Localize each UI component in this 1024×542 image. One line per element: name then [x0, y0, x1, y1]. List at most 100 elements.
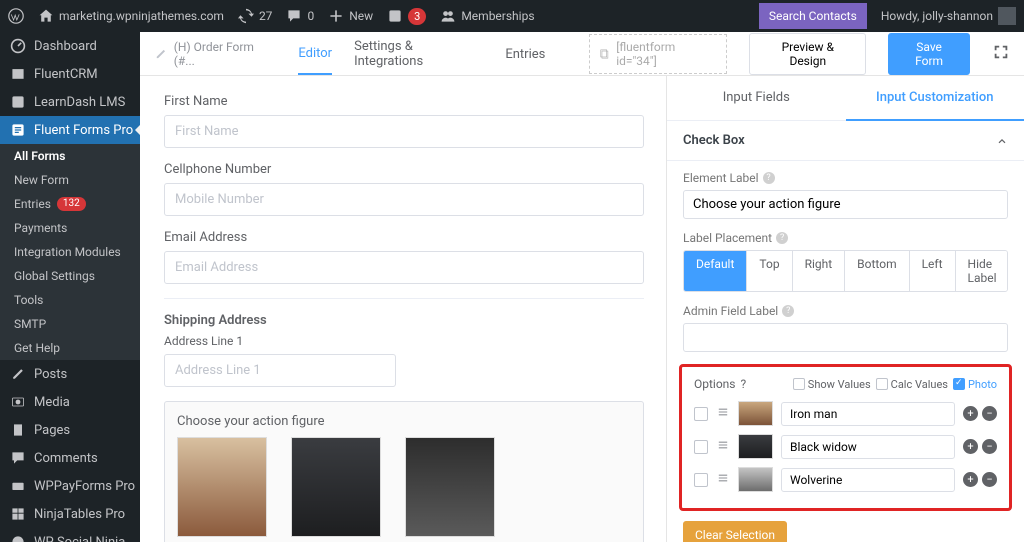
show-values-toggle[interactable]: Show Values: [793, 378, 871, 391]
option-checkbox[interactable]: [694, 473, 708, 487]
menu-posts[interactable]: Posts: [0, 360, 140, 388]
menu-wppayforms[interactable]: WPPayForms Pro: [0, 472, 140, 500]
tab-settings[interactable]: Settings & Integrations: [354, 39, 483, 81]
tab-input-fields[interactable]: Input Fields: [667, 76, 846, 120]
remove-option-button[interactable]: −: [982, 406, 997, 421]
photo-toggle[interactable]: Photo: [953, 378, 997, 391]
placement-default[interactable]: Default: [684, 251, 747, 291]
menu-fluentcrm[interactable]: FluentCRM: [0, 60, 140, 88]
add-option-button[interactable]: +: [963, 472, 978, 487]
panel-tabs: Input Fields Input Customization: [667, 76, 1024, 121]
sub-payments[interactable]: Payments: [0, 216, 140, 240]
figure-option[interactable]: Black widow: [291, 437, 381, 542]
add-option-button[interactable]: +: [963, 406, 978, 421]
sub-entries[interactable]: Entries132: [0, 192, 140, 216]
menu-pages[interactable]: Pages: [0, 416, 140, 444]
sub-help[interactable]: Get Help: [0, 336, 140, 360]
sub-all-forms[interactable]: All Forms: [0, 144, 140, 168]
action-figure-checkbox-field[interactable]: Choose your action figure Iron man Black…: [164, 401, 644, 542]
figure-option[interactable]: Iron man: [177, 437, 267, 542]
shortcode-box[interactable]: [fluentform id="34"]: [589, 34, 727, 74]
howdy-user[interactable]: Howdy, jolly-shannon: [881, 7, 1016, 25]
search-contacts-button[interactable]: Search Contacts: [759, 3, 867, 29]
help-icon[interactable]: ?: [776, 232, 788, 244]
drag-handle-icon[interactable]: [716, 471, 730, 489]
option-checkbox[interactable]: [694, 440, 708, 454]
help-icon[interactable]: ?: [763, 172, 775, 184]
label-placement-heading: Label Placement?: [683, 231, 1008, 245]
option-row: +−: [694, 467, 997, 492]
wp-logo[interactable]: [8, 8, 24, 24]
placement-top[interactable]: Top: [747, 251, 792, 291]
menu-learndash[interactable]: LearnDash LMS: [0, 88, 140, 116]
sub-integration[interactable]: Integration Modules: [0, 240, 140, 264]
fullscreen-icon[interactable]: [992, 43, 1010, 65]
form-title[interactable]: (H) Order Form (#...: [154, 40, 276, 68]
option-label-input[interactable]: [781, 435, 955, 459]
option-label-input[interactable]: [781, 468, 955, 492]
new-content[interactable]: New: [328, 8, 373, 24]
placement-bottom[interactable]: Bottom: [845, 251, 909, 291]
admin-label-input[interactable]: [683, 323, 1008, 352]
right-panel: Input Fields Input Customization Check B…: [666, 76, 1024, 542]
help-icon[interactable]: ?: [741, 377, 747, 391]
memberships-link[interactable]: Memberships: [440, 8, 534, 24]
element-label-input[interactable]: [683, 190, 1008, 219]
calc-values-toggle[interactable]: Calc Values: [876, 378, 948, 391]
figure-image-ironman: [177, 437, 267, 537]
option-row: +−: [694, 401, 997, 426]
option-thumb[interactable]: [738, 401, 773, 426]
email-field[interactable]: Email Address: [164, 230, 642, 284]
comments-count[interactable]: 0: [286, 8, 314, 24]
menu-ninjatables[interactable]: NinjaTables Pro: [0, 500, 140, 528]
figure-option[interactable]: Wolverine: [405, 437, 495, 542]
tab-input-customization[interactable]: Input Customization: [846, 76, 1024, 121]
tab-entries[interactable]: Entries: [505, 47, 545, 74]
option-checkbox[interactable]: [694, 407, 708, 421]
preview-button[interactable]: Preview & Design: [749, 33, 866, 75]
menu-wpsocialninja[interactable]: WP Social Ninja: [0, 528, 140, 542]
addr1-label: Address Line 1: [164, 334, 642, 348]
drag-handle-icon[interactable]: [716, 405, 730, 423]
copy-icon: [599, 48, 611, 60]
option-label-input[interactable]: [781, 402, 955, 426]
save-button[interactable]: Save Form: [888, 33, 970, 75]
remove-option-button[interactable]: −: [982, 439, 997, 454]
option-row: +−: [694, 434, 997, 459]
placement-hide[interactable]: Hide Label: [956, 251, 1008, 291]
menu-comments[interactable]: Comments: [0, 444, 140, 472]
option-thumb[interactable]: [738, 434, 773, 459]
notifications[interactable]: 3: [387, 8, 426, 25]
email-input[interactable]: [164, 251, 644, 284]
figure-image-wolverine: [405, 437, 495, 537]
shipping-field[interactable]: Shipping Address Address Line 1: [164, 313, 642, 387]
sub-new-form[interactable]: New Form: [0, 168, 140, 192]
cellphone-field[interactable]: Cellphone Number: [164, 162, 642, 216]
first-name-label: First Name: [164, 94, 642, 109]
sub-smtp[interactable]: SMTP: [0, 312, 140, 336]
cellphone-input[interactable]: [164, 183, 644, 216]
sub-global[interactable]: Global Settings: [0, 264, 140, 288]
admin-bar: marketing.wpninjathemes.com 27 0 New 3 M…: [0, 0, 1024, 32]
addr1-input[interactable]: [164, 354, 396, 387]
tab-editor[interactable]: Editor: [298, 46, 332, 75]
help-icon[interactable]: ?: [782, 305, 794, 317]
remove-option-button[interactable]: −: [982, 472, 997, 487]
updates[interactable]: 27: [238, 8, 273, 24]
drag-handle-icon[interactable]: [716, 438, 730, 456]
figure-image-blackwidow: [291, 437, 381, 537]
first-name-input[interactable]: [164, 115, 644, 148]
first-name-field[interactable]: First Name: [164, 94, 642, 148]
option-thumb[interactable]: [738, 467, 773, 492]
menu-fluentforms[interactable]: Fluent Forms Pro: [0, 116, 140, 144]
placement-right[interactable]: Right: [793, 251, 846, 291]
menu-media[interactable]: Media: [0, 388, 140, 416]
menu-dashboard[interactable]: Dashboard: [0, 32, 140, 60]
section-checkbox[interactable]: Check Box: [667, 121, 1024, 161]
content-row: First Name Cellphone Number Email Addres…: [140, 76, 1024, 542]
clear-selection-button[interactable]: Clear Selection: [683, 521, 787, 542]
site-name[interactable]: marketing.wpninjathemes.com: [38, 8, 224, 24]
placement-left[interactable]: Left: [910, 251, 956, 291]
add-option-button[interactable]: +: [963, 439, 978, 454]
sub-tools[interactable]: Tools: [0, 288, 140, 312]
